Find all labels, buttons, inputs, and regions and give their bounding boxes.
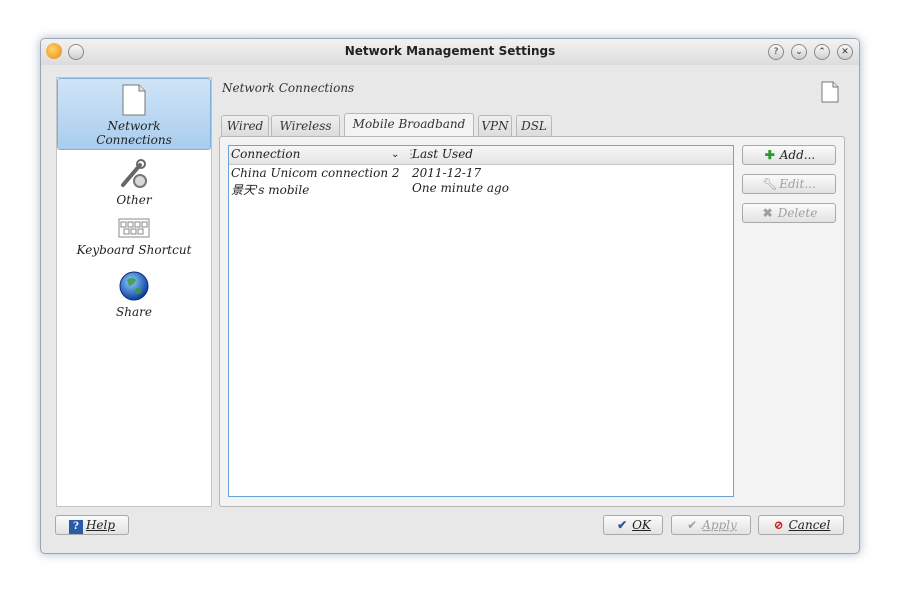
checkmark-icon: ✔ xyxy=(617,518,628,532)
delete-x-icon: ✖ xyxy=(762,206,773,220)
category-sidebar: Network Connections Other Keyboard Short… xyxy=(56,77,212,507)
page-title: Network Connections xyxy=(222,81,355,95)
cell-last-used: 2011-12-17 xyxy=(412,166,482,180)
tab-label: Mobile Broadband xyxy=(352,117,466,131)
list-header: Connection ⌄ ⋮ Last Used xyxy=(229,146,733,165)
sidebar-item-label: Other xyxy=(116,193,152,207)
tab-wired[interactable]: Wired xyxy=(221,115,269,136)
sidebar-item-other[interactable]: Other xyxy=(57,158,211,207)
apply-button[interactable]: ✔ Apply xyxy=(671,515,751,535)
sidebar-item-keyboard-shortcut[interactable]: Keyboard Shortcut xyxy=(57,214,211,264)
edit-button[interactable]: 🔧︎ Edit... xyxy=(742,174,836,194)
sidebar-item-label: Keyboard Shortcut xyxy=(76,243,192,257)
checkmark-icon: ✔ xyxy=(687,518,698,532)
tab-vpn[interactable]: VPN xyxy=(478,115,512,136)
button-label: Delete xyxy=(777,206,818,220)
table-row[interactable]: 景天's mobile One minute ago xyxy=(229,181,733,197)
delete-button[interactable]: ✖ Delete xyxy=(742,203,836,223)
column-header-connection[interactable]: Connection xyxy=(231,147,300,161)
button-label: Add... xyxy=(779,148,816,162)
globe-icon xyxy=(119,271,149,301)
sidebar-item-share[interactable]: Share xyxy=(57,270,211,322)
column-header-last-used[interactable]: Last Used xyxy=(412,147,473,161)
title-bar[interactable]: Network Management Settings ? ⌄ ⌃ ✕ xyxy=(41,39,859,65)
sidebar-item-label: Share xyxy=(116,305,152,319)
sidebar-item-label: Connections xyxy=(96,133,172,147)
cell-connection: 景天's mobile xyxy=(231,183,310,197)
close-button[interactable]: ✕ xyxy=(837,44,853,60)
page-document-icon xyxy=(821,81,839,103)
sidebar-item-network-connections[interactable]: Network Connections xyxy=(57,78,211,150)
cancel-button[interactable]: ⊘ Cancel xyxy=(758,515,844,535)
tab-dsl[interactable]: DSL xyxy=(516,115,552,136)
help-button[interactable]: ? Help xyxy=(55,515,129,535)
window-title: Network Management Settings xyxy=(344,44,556,58)
connection-list[interactable]: Connection ⌄ ⋮ Last Used China Unicom co… xyxy=(228,145,734,497)
keyboard-icon xyxy=(118,218,150,238)
cell-last-used: One minute ago xyxy=(412,181,509,195)
help-title-button[interactable]: ? xyxy=(768,44,784,60)
tab-label: VPN xyxy=(481,119,509,133)
mobile-broadband-pane: Connection ⌄ ⋮ Last Used China Unicom co… xyxy=(219,136,845,507)
tab-label: Wireless xyxy=(279,119,332,133)
button-label: Cancel xyxy=(788,518,831,532)
wrench-gear-icon xyxy=(121,159,147,188)
button-label: Apply xyxy=(702,518,737,532)
ok-button[interactable]: ✔ OK xyxy=(603,515,663,535)
settings-window: Network Management Settings ? ⌄ ⌃ ✕ Netw… xyxy=(40,38,860,554)
tab-label: DSL xyxy=(521,119,547,133)
cell-connection: China Unicom connection 2 xyxy=(231,166,400,180)
cancel-icon: ⊘ xyxy=(773,518,784,532)
add-button[interactable]: ✚ Add... xyxy=(742,145,836,165)
table-row[interactable]: China Unicom connection 2 2011-12-17 xyxy=(229,166,733,181)
help-icon: ? xyxy=(68,520,83,534)
button-label: Help xyxy=(85,518,116,532)
maximize-button[interactable]: ⌃ xyxy=(814,44,830,60)
tab-label: Wired xyxy=(226,119,264,133)
button-label: Edit... xyxy=(779,177,816,191)
tab-mobile-broadband[interactable]: Mobile Broadband xyxy=(344,113,474,136)
sidebar-item-label: Network xyxy=(107,119,161,133)
wrench-icon: 🔧︎ xyxy=(762,177,778,191)
document-icon xyxy=(122,84,146,116)
button-label: OK xyxy=(632,518,651,532)
sort-chevron-icon[interactable]: ⌄ xyxy=(391,149,399,160)
tab-wireless[interactable]: Wireless xyxy=(271,115,340,136)
minimize-button[interactable]: ⌄ xyxy=(791,44,807,60)
plus-icon: ✚ xyxy=(764,148,775,162)
